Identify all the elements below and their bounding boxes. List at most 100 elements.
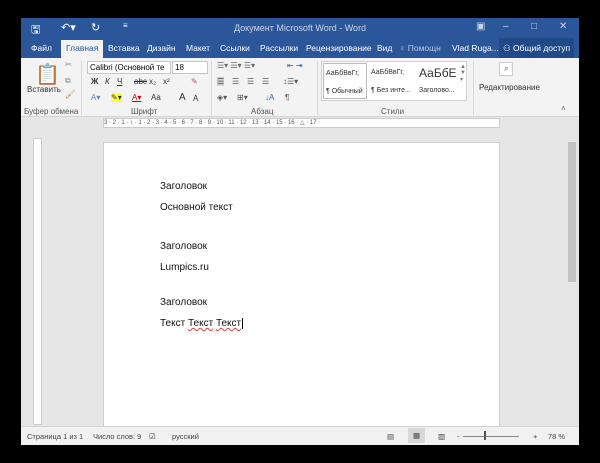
clipboard-group-label: Буфер обмена (24, 107, 79, 116)
style-name: Заголово... (419, 87, 455, 94)
pilcrow-button[interactable]: ¶ (285, 93, 289, 102)
heading-3: Заголовок (160, 297, 208, 308)
style-name: ¶ Обычный (326, 88, 363, 95)
align-right-icon[interactable]: ☰ (247, 77, 254, 86)
change-case-button[interactable]: Aa (151, 93, 161, 102)
style-sample: АаБбВвГг, (326, 70, 360, 77)
font-size-select[interactable]: 18 (172, 61, 208, 74)
text-cursor (242, 318, 244, 329)
ribbon-tabs: Файл Главная Вставка Дизайн Макет Ссылки… (21, 38, 579, 58)
borders-icon[interactable]: ⊞▾ (237, 93, 248, 102)
paste-icon[interactable]: 📋 (35, 62, 60, 87)
user-name[interactable]: Vlad Ruga... (452, 43, 499, 53)
tab-design[interactable]: Дизайн (147, 43, 176, 53)
bullets-icon[interactable]: ☰▾ ☰▾ ☰▾ (217, 61, 255, 70)
tab-mailings[interactable]: Рассылки (260, 43, 298, 53)
document-page[interactable]: Заголовок Основной текст Заголовок Lumpi… (103, 142, 500, 432)
superscript-button[interactable]: x² (163, 77, 170, 86)
style-no-spacing[interactable]: АаБбВвГг, ¶ Без инте... (369, 63, 415, 99)
ribbon-options-icon[interactable]: ▣ (476, 21, 485, 32)
minimize-icon[interactable]: – (503, 21, 509, 32)
zoom-in-button[interactable]: + (533, 432, 537, 441)
cut-icon[interactable]: ✂ (65, 60, 72, 69)
shrink-font-button[interactable]: A (193, 94, 198, 103)
styles-group-label: Стили (381, 107, 405, 116)
copy-icon[interactable]: ⧉ (65, 76, 71, 86)
page-count[interactable]: Страница 1 из 1 (27, 432, 83, 441)
horizontal-ruler[interactable]: 3 · 2 · 1 · ↕ · 1 · 2 · 3 · 4 · 5 · 6 · … (103, 118, 500, 128)
font-group-label: Шрифт (131, 107, 158, 116)
tab-layout[interactable]: Макет (186, 43, 210, 53)
status-bar: Страница 1 из 1 Число слов: 9 ☑ русский … (21, 426, 579, 445)
tab-references[interactable]: Ссылки (220, 43, 250, 53)
italic-button[interactable]: К (105, 77, 110, 86)
person-icon: ⚇ (503, 43, 511, 53)
title-bar: 🖫 ↶▾ ↻ ≡ Документ Microsoft Word - Word … (21, 18, 579, 38)
vertical-ruler[interactable] (33, 138, 42, 425)
tab-view[interactable]: Вид (377, 43, 392, 53)
highlight-icon[interactable]: ✎▾ (111, 93, 122, 102)
bold-button[interactable]: Ж (91, 77, 98, 86)
styles-scroll-icon[interactable]: ▲ ▼ ▾ (460, 64, 466, 83)
styles-gallery: АаБбВвГг, ¶ Обычный АаБбВвГг, ¶ Без инте… (321, 61, 467, 101)
style-normal[interactable]: АаБбВвГг, ¶ Обычный (323, 63, 367, 99)
indent-icons[interactable]: ⇤ ⇥ (287, 61, 303, 70)
tell-me-label: Помощн (407, 43, 441, 53)
sort-icon[interactable]: ↓A (265, 93, 274, 102)
tab-home[interactable]: Главная (61, 40, 104, 58)
style-sample: АаБбЕ (419, 66, 457, 80)
proofing-icon[interactable]: ☑ (149, 432, 156, 441)
tab-file[interactable]: Файл (31, 43, 52, 53)
align-center-icon[interactable]: ☰ (232, 77, 239, 86)
clear-formatting-icon[interactable]: ✎ (191, 77, 198, 86)
style-sample: АаБбВвГг, (371, 69, 405, 76)
ribbon: 📋 Вставить ✂ ⧉ 🖌 Буфер обмена Calibri (О… (21, 58, 579, 117)
word-window: 🖫 ↶▾ ↻ ≡ Документ Microsoft Word - Word … (21, 18, 579, 445)
tab-insert[interactable]: Вставка (108, 43, 140, 53)
link-text: Lumpics.ru (160, 262, 209, 273)
heading-1: Заголовок (160, 181, 208, 192)
strikethrough-button[interactable]: abc (134, 77, 147, 86)
search-icon[interactable]: ⌕ (499, 62, 514, 76)
zoom-out-button[interactable]: - (457, 432, 460, 441)
font-name-select[interactable]: Calibri (Основной те (87, 61, 171, 74)
tell-me[interactable]: ♀ Помощн (399, 43, 441, 53)
tab-review[interactable]: Рецензирование (306, 43, 372, 53)
print-layout-icon[interactable]: ▦ (408, 428, 426, 443)
read-mode-icon[interactable]: ▤ (387, 432, 394, 441)
vertical-scrollbar[interactable] (567, 130, 577, 426)
zoom-level[interactable]: 78 % (548, 432, 565, 441)
zoom-slider[interactable] (463, 436, 519, 437)
misspelled-word: Текст (187, 318, 214, 329)
grow-font-button[interactable]: A (179, 92, 186, 103)
style-name: ¶ Без инте... (371, 87, 411, 94)
paste-button[interactable]: Вставить (27, 85, 61, 94)
word-count[interactable]: Число слов: 9 (93, 432, 141, 441)
share-label: Общий доступ (513, 43, 571, 53)
language[interactable]: русский (172, 432, 199, 441)
heading-2: Заголовок (160, 241, 208, 252)
text-effects-icon[interactable]: A▾ (91, 93, 100, 102)
paragraph-group-label: Абзац (251, 107, 274, 116)
style-heading[interactable]: АаБбЕ Заголово... (417, 63, 457, 99)
line-spacing-icon[interactable]: ↕☰▾ (283, 77, 298, 86)
misspelled-word: Текст (215, 318, 242, 329)
word: Текст (160, 318, 188, 329)
last-line: Текст Текст Текст (160, 318, 244, 329)
web-layout-icon[interactable]: ▧ (438, 432, 445, 441)
share-button[interactable]: ⚇ Общий доступ (499, 38, 575, 58)
format-painter-icon[interactable]: 🖌 (65, 90, 75, 99)
editing-button[interactable]: Редактирование (479, 83, 540, 92)
close-icon[interactable]: ✕ (559, 21, 567, 32)
subscript-button[interactable]: x₂ (149, 77, 156, 86)
align-left-icon[interactable]: ☰ (217, 77, 225, 86)
body-text: Основной текст (160, 202, 233, 213)
scroll-thumb[interactable] (568, 142, 576, 282)
maximize-icon[interactable]: □ (531, 21, 537, 32)
justify-icon[interactable]: ☰ (262, 77, 269, 86)
collapse-ribbon-icon[interactable]: ˄ (561, 104, 566, 113)
zoom-slider-thumb[interactable] (484, 431, 487, 440)
underline-button[interactable]: Ч (117, 77, 122, 86)
shading-icon[interactable]: ◈▾ (217, 93, 227, 102)
font-color-icon[interactable]: A▾ (132, 93, 141, 102)
